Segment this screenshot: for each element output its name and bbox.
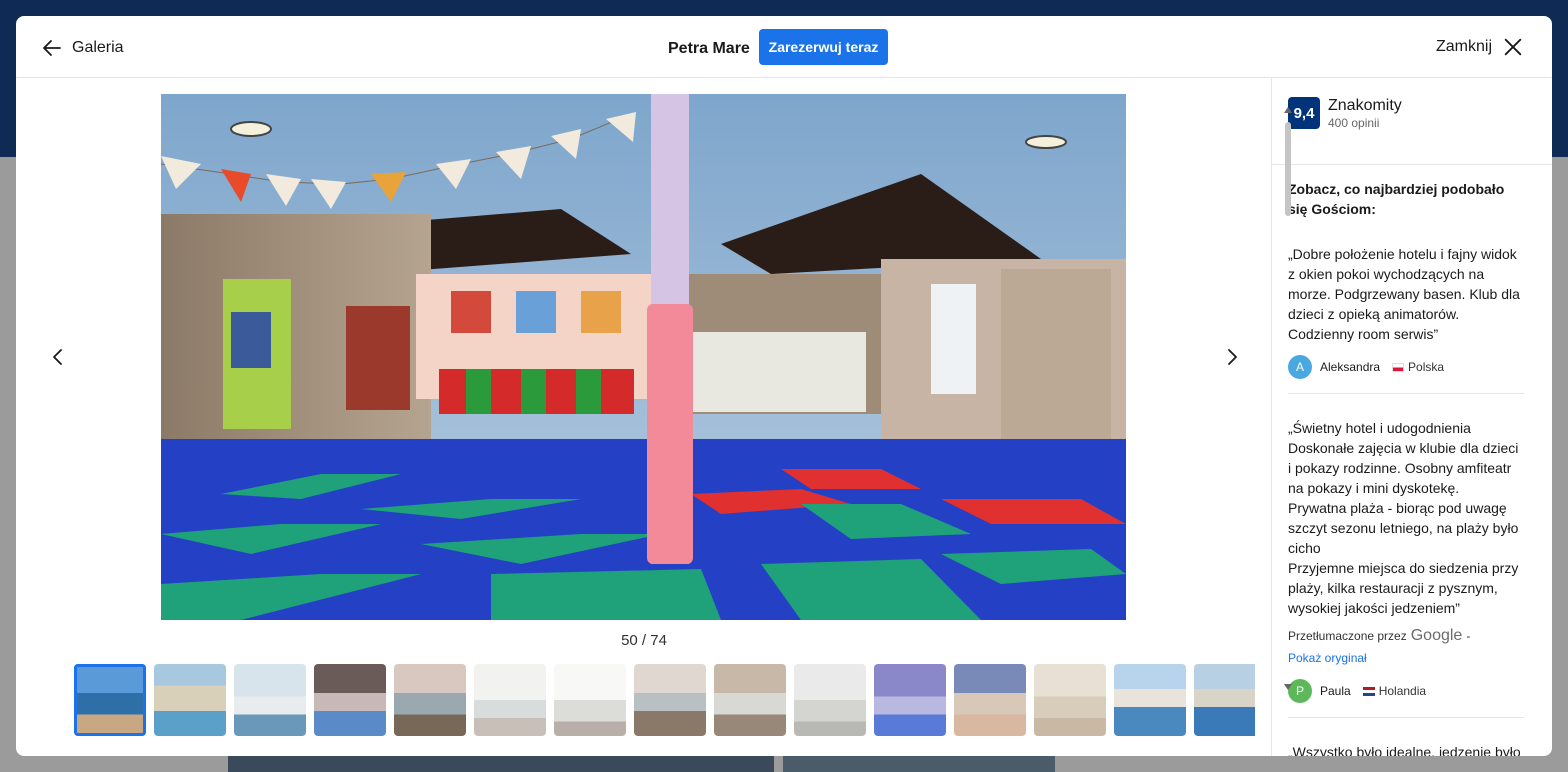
review-item: „Świetny hotel i udogodnienia Doskonałe … (1288, 418, 1524, 718)
reviewer-name: Paula (1320, 684, 1351, 698)
review-item: „Dobre położenie hotelu i fajny widok z … (1288, 244, 1524, 394)
thumbnail[interactable] (154, 664, 226, 736)
thumbnail[interactable] (1034, 664, 1106, 736)
thumbnail[interactable] (314, 664, 386, 736)
modal-header: Galeria Petra Mare Zarezerwuj teraz Zamk… (16, 16, 1552, 78)
reviews-title: Zobacz, co najbardziej podobało się Gośc… (1288, 181, 1505, 217)
poland-flag-icon (1392, 362, 1405, 372)
scroll-up-icon[interactable] (1284, 107, 1292, 113)
gallery-modal: Galeria Petra Mare Zarezerwuj teraz Zamk… (16, 16, 1552, 756)
rating-summary: 9,4 Znakomity 400 opinii (1288, 97, 1402, 131)
back-to-gallery-button[interactable]: Galeria (40, 36, 124, 60)
reviewer-name: Aleksandra (1320, 360, 1381, 374)
thumbnail[interactable] (474, 664, 546, 736)
thumbnail[interactable] (1114, 664, 1186, 736)
show-original-link[interactable]: Pokaż oryginał (1288, 648, 1524, 668)
review-text: „Świetny hotel i udogodnienia Doskonałe … (1288, 420, 1519, 616)
arrow-left-icon (43, 40, 61, 56)
reviewer: A Aleksandra Polska (1288, 355, 1524, 379)
translated-prefix: Przetłumaczone przez (1288, 629, 1407, 643)
scroll-down-icon[interactable] (1284, 684, 1292, 690)
reviewer-country: Holandia (1362, 681, 1427, 701)
main-photo (161, 94, 1126, 620)
country-name: Holandia (1378, 684, 1427, 698)
thumbnail[interactable] (874, 664, 946, 736)
reviewer-country: Polska (1392, 357, 1444, 377)
close-label: Zamknij (1435, 38, 1492, 55)
photo-counter: 50 / 74 (621, 632, 667, 649)
reviews-sidebar: 9,4 Znakomity 400 opinii Zobacz, co najb… (1271, 78, 1552, 756)
reviewer: P Paula Holandia (1288, 679, 1524, 703)
rating-label: Znakomity (1328, 97, 1402, 114)
thumbnail[interactable] (954, 664, 1026, 736)
translated-suffix: - (1466, 629, 1471, 643)
thumbnail[interactable] (794, 664, 866, 736)
thumbnail[interactable] (234, 664, 306, 736)
scroll-thumb[interactable] (1285, 122, 1291, 216)
divider (1272, 164, 1552, 165)
google-logo: Google (1410, 627, 1463, 644)
thumbnail[interactable] (394, 664, 466, 736)
close-button[interactable]: Zamknij (1436, 36, 1524, 58)
netherlands-flag-icon (1362, 686, 1375, 696)
sidebar-scrollbar[interactable] (1282, 104, 1294, 694)
country-name: Polska (1408, 360, 1445, 374)
thumbnail-strip[interactable] (74, 664, 1255, 736)
review-text: „Dobre położenie hotelu i fajny widok z … (1288, 246, 1520, 342)
review-list: Zobacz, co najbardziej podobało się Gośc… (1288, 179, 1524, 756)
thumbnail[interactable] (554, 664, 626, 736)
thumbnail[interactable] (74, 664, 146, 736)
translated-by: Przetłumaczone przez Google - (1288, 626, 1524, 646)
thumbnail[interactable] (634, 664, 706, 736)
hotel-name: Petra Mare (668, 40, 750, 57)
previous-photo-button[interactable] (44, 343, 72, 371)
review-count: 400 opinii (1328, 116, 1380, 130)
reserve-now-button[interactable]: Zarezerwuj teraz (759, 29, 888, 65)
thumbnail[interactable] (714, 664, 786, 736)
review-text: „Wszystko było idealne, jedzenie było (1288, 744, 1521, 756)
next-photo-button[interactable] (1218, 343, 1246, 371)
back-label: Galeria (72, 39, 124, 56)
thumbnail[interactable] (1194, 664, 1255, 736)
kids-club-room-image (161, 94, 1126, 620)
close-icon (1504, 38, 1522, 56)
